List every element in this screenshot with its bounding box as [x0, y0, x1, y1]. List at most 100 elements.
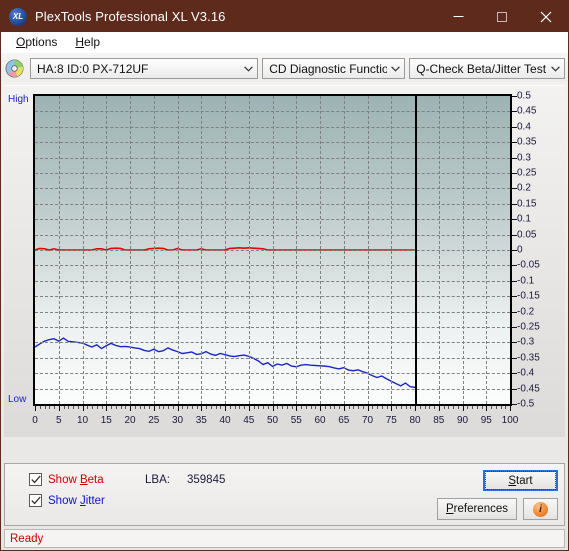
x-axis-tick-mark [44, 406, 46, 409]
close-icon[interactable] [524, 1, 568, 32]
axis-label-low: Low [8, 394, 27, 405]
x-axis-tick-mark [234, 406, 236, 409]
x-axis-tick-mark [500, 406, 502, 409]
x-axis-tick-mark [381, 406, 383, 409]
y-axis-tick-label: 0.5 [517, 90, 531, 102]
y-axis-tick-label: 0.05 [517, 229, 537, 241]
x-axis-tick-mark [191, 406, 193, 409]
x-axis-tick-mark [144, 406, 146, 409]
menu-item-options-label: ptions [25, 35, 58, 49]
y-axis-tick-label: -0.1 [517, 275, 535, 287]
x-axis-tick-mark [291, 406, 293, 409]
preferences-button[interactable]: Preferences [437, 498, 517, 520]
disc-icon [5, 59, 24, 78]
y-axis-tick-mark [512, 342, 517, 344]
x-axis-tick-mark [111, 406, 112, 409]
x-axis-tick-mark [177, 406, 179, 411]
drive-select[interactable]: HA:8 ID:0 PX-712UF [30, 58, 259, 79]
show-beta-row[interactable]: Show Beta [29, 473, 104, 486]
x-axis-tick-label: 40 [219, 415, 231, 426]
x-axis-tick-mark [358, 406, 359, 409]
x-axis-tick-label: 35 [195, 415, 207, 426]
x-axis-tick-mark [353, 406, 355, 409]
menu-item-options[interactable]: Options [7, 32, 66, 52]
x-axis-tick-mark [476, 406, 478, 409]
x-axis-tick-label: 55 [290, 415, 302, 426]
x-axis-tick-mark [210, 406, 212, 409]
y-axis-tick-label: -0.15 [517, 290, 540, 302]
x-axis-tick-mark [495, 406, 497, 409]
x-axis-tick-mark [467, 406, 469, 409]
plot-area[interactable] [33, 94, 512, 406]
series-jitter [35, 337, 416, 389]
info-button[interactable]: i [523, 498, 558, 520]
x-axis-tick-mark [434, 406, 435, 409]
x-axis-tick-mark [286, 406, 288, 409]
x-axis-tick-mark [448, 406, 450, 409]
x-axis-tick-mark [472, 406, 473, 409]
y-axis-tick-label: -0.2 [517, 306, 535, 318]
x-axis-tick-label: 5 [55, 415, 62, 426]
show-beta-checkbox[interactable] [29, 473, 42, 486]
y-axis-tick-mark [512, 157, 517, 159]
minimize-icon[interactable] [436, 1, 480, 32]
y-axis-tick-label: 0.3 [517, 152, 531, 164]
x-axis-tick-mark [296, 406, 298, 411]
x-axis-tick-label: 75 [385, 415, 397, 426]
x-axis-tick-label: 95 [480, 415, 492, 426]
start-button-label: Start [485, 471, 556, 490]
x-axis-tick-label: 80 [409, 415, 421, 426]
x-axis-tick-mark [163, 406, 165, 409]
x-axis-tick-mark [457, 406, 459, 409]
x-axis-tick-mark [125, 406, 127, 409]
x-axis-tick-mark [68, 406, 70, 409]
y-axis-tick-label: -0.3 [517, 336, 535, 348]
y-axis-tick-label: -0.25 [517, 321, 540, 333]
x-axis-tick-mark [253, 406, 255, 409]
x-axis-tick-mark [168, 406, 169, 409]
x-axis-tick-mark [101, 406, 103, 409]
y-axis-tick-mark [512, 404, 517, 405]
show-jitter-row[interactable]: Show Jitter [29, 494, 105, 507]
y-axis-tick-mark [512, 296, 517, 298]
x-axis-tick-mark [391, 406, 393, 411]
x-axis-tick-mark [258, 406, 260, 409]
info-icon: i [533, 501, 548, 517]
x-axis-tick-mark [201, 406, 203, 411]
maximize-icon[interactable] [480, 1, 524, 32]
grid-line-vertical [510, 96, 511, 404]
x-axis-tick-mark [510, 406, 511, 411]
y-axis-tick-mark [512, 126, 517, 128]
x-axis-tick-mark [362, 406, 364, 409]
test-select[interactable]: Q-Check Beta/Jitter Test [409, 58, 565, 79]
x-axis-tick-label: 50 [266, 415, 279, 426]
x-axis-tick-mark [272, 406, 274, 411]
x-axis-tick-label: 0 [32, 415, 38, 426]
x-axis-tick-mark [315, 406, 317, 409]
chevron-down-icon [387, 65, 404, 72]
x-axis-tick-mark [396, 406, 397, 409]
function-select[interactable]: CD Diagnostic Functions [262, 58, 406, 79]
x-axis-tick-mark [225, 406, 226, 411]
x-axis-tick-mark [443, 406, 445, 409]
x-axis-tick-mark [486, 406, 488, 411]
window-buttons [436, 1, 568, 32]
x-axis-tick-mark [267, 406, 269, 409]
x-axis-tick-mark [410, 406, 412, 409]
chevron-down-icon [547, 65, 564, 72]
y-axis-tick-mark [512, 388, 517, 390]
x-axis-tick-mark [415, 406, 416, 411]
y-axis-tick-mark [512, 311, 517, 313]
y-axis-tick-label: 0.35 [517, 136, 537, 148]
start-button[interactable]: Start [483, 470, 558, 491]
x-axis-tick-label: 85 [433, 415, 445, 426]
x-axis-tick-label: 65 [338, 415, 350, 426]
show-jitter-checkbox[interactable] [29, 494, 42, 507]
menu-bar: Options Help [1, 32, 568, 53]
menu-item-help-label: elp [84, 35, 101, 49]
x-axis-tick-mark [82, 406, 84, 411]
x-axis-tick-mark [35, 406, 36, 411]
x-axis-tick-mark [172, 406, 174, 409]
toolbar: HA:8 ID:0 PX-712UF CD Diagnostic Functio… [1, 53, 568, 82]
menu-item-help[interactable]: Help [66, 32, 109, 52]
